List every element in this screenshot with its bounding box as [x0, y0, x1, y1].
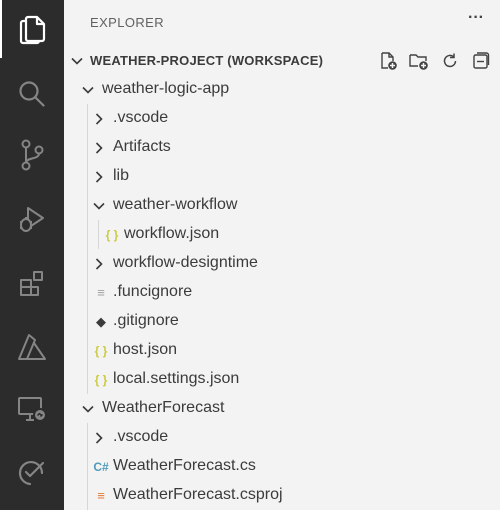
- explorer-sidebar: EXPLORER ··· WEATHER-PROJECT (WORKSPACE): [64, 0, 500, 510]
- testing-icon: [17, 457, 47, 489]
- tree-folder-row[interactable]: .vscode: [64, 423, 500, 452]
- tree-item-label: .vscode: [113, 109, 169, 126]
- tree-item-label: workflow.json: [124, 225, 220, 242]
- tree-folder-row[interactable]: weather-logic-app: [64, 75, 500, 104]
- chevron-down-icon: [82, 86, 94, 94]
- explorer-title: EXPLORER: [90, 15, 165, 30]
- chevron-right-icon: [95, 171, 103, 183]
- tree-file-row[interactable]: { } local.settings.json: [64, 365, 500, 394]
- workspace-label: WEATHER-PROJECT (WORKSPACE): [90, 53, 324, 68]
- tree-item-label: .funcignore: [113, 283, 193, 300]
- tree-file-row[interactable]: ≡ .funcignore: [64, 278, 500, 307]
- tree-item-label: WeatherForecast.cs: [113, 457, 256, 474]
- tree-folder-row[interactable]: Artifacts: [64, 133, 500, 162]
- tree-file-row[interactable]: { } host.json: [64, 336, 500, 365]
- indent-guide: [87, 104, 88, 394]
- files-icon: [17, 13, 47, 45]
- chevron-right-icon: [95, 142, 103, 154]
- explorer-activity-button[interactable]: [0, 0, 64, 58]
- extensions-icon: [17, 269, 47, 299]
- tree-file-row[interactable]: C# WeatherForecast.cs: [64, 452, 500, 481]
- rss-file-icon: ≡: [97, 488, 105, 503]
- tree-item-label: host.json: [113, 341, 178, 358]
- search-icon: [17, 79, 47, 109]
- csharp-file-icon: C#: [93, 460, 109, 474]
- source-control-icon: [17, 138, 47, 172]
- json-file-icon: { }: [94, 373, 108, 387]
- chevron-right-icon: [95, 258, 103, 270]
- tree-item-label: lib: [113, 167, 130, 184]
- source-control-activity-button[interactable]: [0, 126, 64, 184]
- workspace-header[interactable]: WEATHER-PROJECT (WORKSPACE): [64, 46, 500, 75]
- activity-bar: [0, 0, 64, 510]
- search-activity-button[interactable]: [0, 65, 64, 123]
- vscode-window: EXPLORER ··· WEATHER-PROJECT (WORKSPACE): [0, 0, 500, 510]
- json-file-icon: { }: [105, 228, 119, 242]
- tree-item-label: WeatherForecast.csproj: [113, 486, 283, 503]
- workspace-actions: [377, 50, 492, 72]
- chevron-right-icon: [95, 432, 103, 444]
- testing-activity-button[interactable]: [0, 444, 64, 502]
- tree-folder-row[interactable]: .vscode: [64, 104, 500, 133]
- text-file-icon: ≡: [97, 285, 105, 300]
- collapse-all-icon[interactable]: [470, 50, 492, 72]
- tree-file-row[interactable]: ≡ WeatherForecast.csproj: [64, 481, 500, 510]
- remote-explorer-activity-button[interactable]: [0, 380, 64, 438]
- tree-folder-row[interactable]: WeatherForecast: [64, 394, 500, 423]
- chevron-down-icon: [82, 405, 94, 413]
- chevron-down-icon: [71, 57, 83, 65]
- tree-folder-row[interactable]: workflow-designtime: [64, 249, 500, 278]
- remote-explorer-icon: [16, 393, 48, 425]
- tree-file-row[interactable]: { } workflow.json: [64, 220, 500, 249]
- tree-folder-row[interactable]: weather-workflow: [64, 191, 500, 220]
- azure-activity-button[interactable]: [0, 318, 64, 376]
- tree-item-label: weather-logic-app: [102, 80, 230, 97]
- git-file-icon: ◆: [96, 314, 106, 329]
- run-debug-activity-button[interactable]: [0, 190, 64, 248]
- azure-icon: [16, 332, 48, 362]
- tree-item-label: workflow-designtime: [113, 254, 258, 271]
- explorer-header: EXPLORER ···: [64, 0, 500, 44]
- tree-item-label: local.settings.json: [113, 370, 240, 387]
- tree-item-label: .gitignore: [113, 312, 179, 329]
- refresh-icon[interactable]: [439, 50, 461, 72]
- indent-guide: [98, 220, 99, 249]
- new-file-icon[interactable]: [377, 50, 399, 72]
- tree-item-label: Artifacts: [113, 138, 171, 155]
- tree-item-label: WeatherForecast: [102, 399, 225, 416]
- run-debug-icon: [16, 203, 48, 235]
- indent-guide: [87, 423, 88, 510]
- chevron-right-icon: [95, 113, 103, 125]
- chevron-down-icon: [93, 202, 105, 210]
- more-actions-icon[interactable]: ···: [466, 10, 486, 30]
- json-file-icon: { }: [94, 344, 108, 358]
- tree-folder-row[interactable]: lib: [64, 162, 500, 191]
- new-folder-icon[interactable]: [408, 50, 430, 72]
- extensions-activity-button[interactable]: [0, 255, 64, 313]
- tree-item-label: weather-workflow: [113, 196, 238, 213]
- tree-file-row[interactable]: ◆ .gitignore: [64, 307, 500, 336]
- tree-item-label: .vscode: [113, 428, 169, 445]
